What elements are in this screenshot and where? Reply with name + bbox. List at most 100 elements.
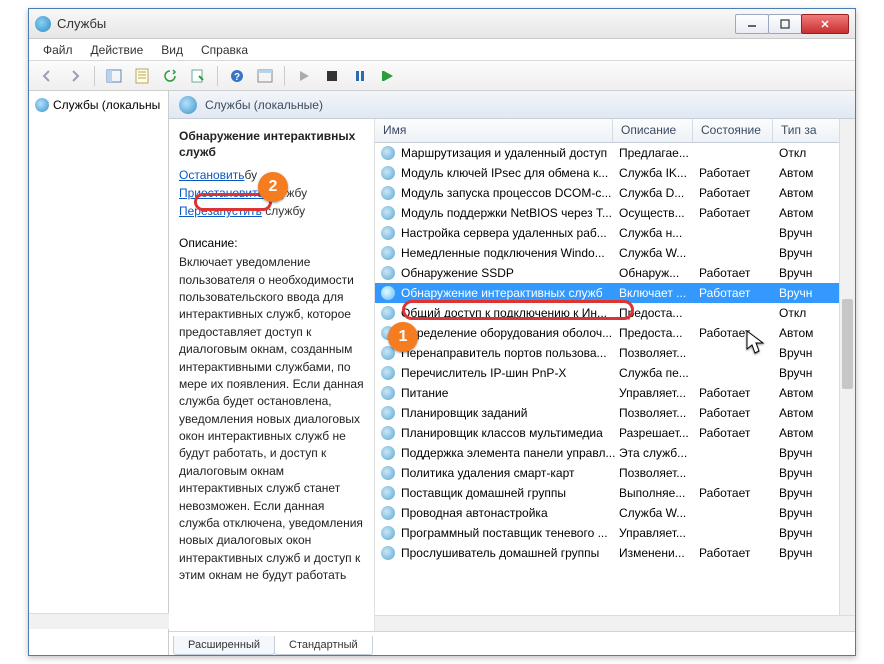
service-row[interactable]: Поставщик домашней группыВыполняе...Рабо… [375,483,855,503]
service-desc: Позволяет... [619,346,699,360]
service-row[interactable]: Поддержка элемента панели управл...Эта с… [375,443,855,463]
service-row[interactable]: Обнаружение интерактивных службВключает … [375,283,855,303]
col-desc[interactable]: Описание [613,119,693,142]
menu-file[interactable]: Файл [35,41,81,59]
service-desc: Служба W... [619,506,699,520]
service-desc: Предоста... [619,306,699,320]
gear-icon [381,226,395,240]
service-state: Работает [699,206,779,220]
left-scrollbar[interactable] [29,613,169,629]
col-name[interactable]: Имя [375,119,613,142]
restart-link[interactable]: Перезапустить [179,204,262,218]
service-state: Работает [699,266,779,280]
minimize-button[interactable] [735,14,769,34]
tree-pane[interactable]: Службы (локальны [29,91,169,655]
service-row[interactable]: Планировщик заданийПозволяет...РаботаетА… [375,403,855,423]
service-row[interactable]: Перенаправитель портов пользова...Позвол… [375,343,855,363]
service-row[interactable]: ПитаниеУправляет...РаботаетАвтом [375,383,855,403]
service-name: Прослушиватель домашней группы [401,546,619,560]
service-row[interactable]: Настройка сервера удаленных раб...Служба… [375,223,855,243]
back-icon[interactable] [35,64,59,88]
gear-icon [381,246,395,260]
service-row[interactable]: Проводная автонастройкаСлужба W...Вручн [375,503,855,523]
tab-extended[interactable]: Расширенный [173,636,275,655]
description-text: Включает уведомление пользователя о необ… [179,254,364,584]
service-state: Работает [699,166,779,180]
refresh-icon[interactable] [158,64,182,88]
service-name: Настройка сервера удаленных раб... [401,226,619,240]
pane-title: Службы (локальные) [205,98,323,112]
pause-service-icon[interactable] [348,64,372,88]
service-desc: Позволяет... [619,406,699,420]
gear-icon [381,366,395,380]
service-name: Проводная автонастройка [401,506,619,520]
scrollbar-thumb[interactable] [842,299,853,389]
tab-standard[interactable]: Стандартный [274,636,373,655]
service-row[interactable]: Модуль запуска процессов DCOM-с...Служба… [375,183,855,203]
show-hide-tree-icon[interactable] [102,64,126,88]
service-name: Модуль ключей IPsec для обмена к... [401,166,619,180]
toolbar: ? [29,61,855,91]
service-desc: Позволяет... [619,466,699,480]
service-name: Поставщик домашней группы [401,486,619,500]
close-button[interactable] [801,14,849,34]
col-state[interactable]: Состояние [693,119,773,142]
pause-link[interactable]: Приостановить [179,186,264,200]
service-desc: Служба пе... [619,366,699,380]
service-name: Политика удаления смарт-карт [401,466,619,480]
tree-root[interactable]: Службы (локальны [31,95,166,115]
export-list-icon[interactable] [186,64,210,88]
service-row[interactable]: Политика удаления смарт-картПозволяет...… [375,463,855,483]
view-tabs: Расширенный Стандартный [169,631,855,655]
service-name: Модуль запуска процессов DCOM-с... [401,186,619,200]
service-row[interactable]: Модуль ключей IPsec для обмена к...Служб… [375,163,855,183]
service-desc: Предоста... [619,326,699,340]
titlebar[interactable]: Службы [29,9,855,39]
service-row[interactable]: Маршрутизация и удаленный доступПредлага… [375,143,855,163]
service-desc: Обнаруж... [619,266,699,280]
service-row[interactable]: Определение оборудования оболоч...Предос… [375,323,855,343]
help-icon[interactable]: ? [225,64,249,88]
stop-link[interactable]: Остановить [179,168,245,182]
gear-icon [381,206,395,220]
description-label: Описание: [179,236,364,250]
service-desc: Служба IK... [619,166,699,180]
service-name: Общий доступ к подключению к Ин... [401,306,619,320]
service-name: Обнаружение SSDP [401,266,619,280]
services-list[interactable]: Имя Описание Состояние Тип за Маршрутиза… [375,119,855,631]
menu-help[interactable]: Справка [193,41,256,59]
service-row[interactable]: Программный поставщик теневого ...Управл… [375,523,855,543]
menubar: Файл Действие Вид Справка [29,39,855,61]
gear-icon [381,166,395,180]
maximize-button[interactable] [768,14,802,34]
vertical-scrollbar[interactable] [839,119,855,631]
menu-view[interactable]: Вид [153,41,191,59]
annotation-badge-2: 2 [258,172,288,202]
service-row[interactable]: Модуль поддержки NetBIOS через T...Осуще… [375,203,855,223]
gear-icon [179,96,197,114]
gear-icon [35,98,49,112]
gear-icon [381,446,395,460]
service-name: Модуль поддержки NetBIOS через T... [401,206,619,220]
gear-icon [381,466,395,480]
column-headers[interactable]: Имя Описание Состояние Тип за [375,119,855,143]
gear-icon [381,146,395,160]
service-row[interactable]: Перечислитель IP-шин PnP-XСлужба пе...Вр… [375,363,855,383]
service-row[interactable]: Обнаружение SSDPОбнаруж...РаботаетВручн [375,263,855,283]
service-state: Работает [699,286,779,300]
menu-action[interactable]: Действие [83,41,152,59]
action-list-icon[interactable] [253,64,277,88]
app-icon [35,16,51,32]
service-row[interactable]: Планировщик классов мультимедиаРазрешает… [375,423,855,443]
horizontal-scrollbar[interactable] [375,615,855,631]
gear-icon [381,426,395,440]
service-row[interactable]: Прослушиватель домашней группыИзменени..… [375,543,855,563]
gear-icon [381,526,395,540]
properties-icon[interactable] [130,64,154,88]
service-row[interactable]: Немедленные подключения Windo...Служба W… [375,243,855,263]
stop-service-icon[interactable] [320,64,344,88]
restart-service-icon[interactable] [376,64,400,88]
service-row[interactable]: Общий доступ к подключению к Ин...Предос… [375,303,855,323]
start-service-icon[interactable] [292,64,316,88]
forward-icon[interactable] [63,64,87,88]
